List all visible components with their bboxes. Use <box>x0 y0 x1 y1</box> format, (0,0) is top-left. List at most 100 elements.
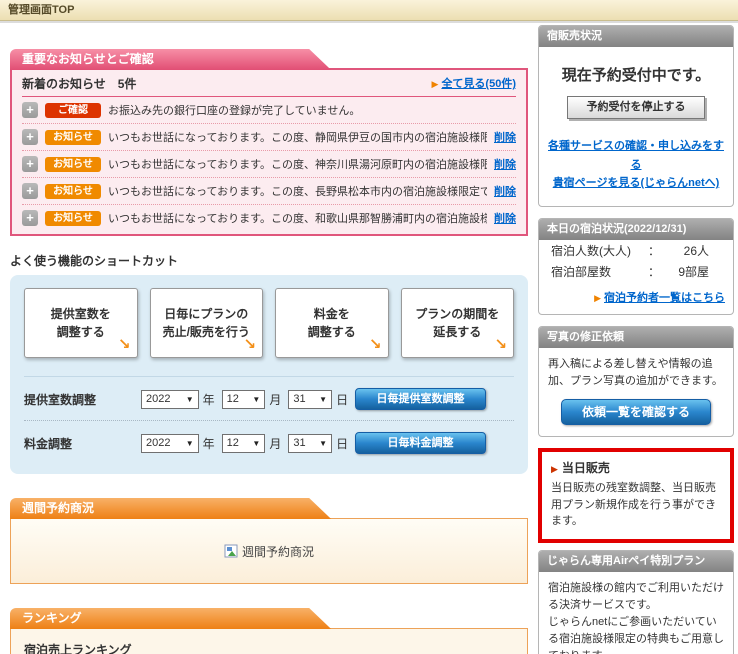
row-label: 提供室数調整 <box>24 391 141 408</box>
diagonal-arrow-icon: ↘ <box>494 334 507 357</box>
accepting-status-text: 現在予約受付中です。 <box>539 64 733 85</box>
notice-row: + お知らせ いつもお世話になっております。この度、静岡県伊豆の国市内の宿泊施設… <box>22 123 516 150</box>
ranking-heading: 宿泊売上ランキング <box>24 641 514 654</box>
shortcuts-heading: よく使う機能のショートカット <box>10 252 528 269</box>
notice-badge: お知らせ <box>45 157 101 172</box>
today-status-box: 本日の宿泊状況(2022/12/31) 宿泊人数(大人) ： 26人 宿泊部屋数… <box>538 218 734 315</box>
same-day-sales-text: 当日販売の残室数調整、当日販売用プラン新規作成を行う事ができます。 <box>551 480 721 530</box>
confirm-badge: ご確認 <box>45 103 101 118</box>
chevron-down-icon: ▼ <box>252 439 260 448</box>
shortcut-label: プランの期間を <box>415 305 499 323</box>
sidebar: 宿販売状況 現在予約受付中です。 予約受付を停止する 各種サービスの確認・申し込… <box>538 25 734 654</box>
month-select[interactable]: 12▼ <box>222 434 266 453</box>
notice-badge: お知らせ <box>45 211 101 226</box>
diagonal-arrow-icon: ↘ <box>243 334 256 357</box>
notice-row: + お知らせ いつもお世話になっております。この度、和歌山県那智勝浦町内の宿泊施… <box>22 204 516 231</box>
sales-status-header: 宿販売状況 <box>539 26 733 47</box>
notice-text: いつもお世話になっております。この度、静岡県伊豆の国市内の宿泊施設様限定で使える… <box>108 129 487 145</box>
month-select[interactable]: 12▼ <box>222 390 266 409</box>
diagonal-arrow-icon: ↘ <box>369 334 382 357</box>
price-adjust-row: 料金調整 2022▼ 年 12▼ 月 31▼ 日 日毎料金調整 <box>24 420 514 464</box>
right-triangle-icon: ▶ <box>432 79 439 89</box>
shortcut-label: 提供室数を <box>51 305 111 323</box>
expand-notice-button[interactable]: + <box>22 102 38 118</box>
expand-notice-button[interactable]: + <box>22 129 38 145</box>
notice-text: お振込み先の銀行口座の登録が完了していません。 <box>108 102 516 118</box>
room-count-value: 9部屋 <box>663 263 733 280</box>
expand-notice-button[interactable]: + <box>22 183 38 199</box>
ranking-section: ランキング 宿泊売上ランキング 全宿内順位 宿種別順位 <box>10 608 528 654</box>
year-unit: 年 <box>203 435 215 452</box>
ranking-section-header: ランキング <box>10 608 331 629</box>
delete-notice-link[interactable]: 削除 <box>494 129 516 145</box>
chevron-down-icon: ▼ <box>319 395 327 404</box>
weekly-section-header: 週間予約商況 <box>10 498 331 519</box>
notice-badge: お知らせ <box>45 130 101 145</box>
row-label: 宿泊部屋数 <box>551 263 645 280</box>
same-day-sales-box-highlighted: ▶当日販売 当日販売の残室数調整、当日販売用プラン新規作成を行う事ができます。 <box>538 448 734 543</box>
today-status-header: 本日の宿泊状況(2022/12/31) <box>539 219 733 240</box>
shortcut-daily-plan-button[interactable]: 日毎にプランの 売止/販売を行う ↘ <box>150 288 264 358</box>
month-unit: 月 <box>269 391 281 408</box>
chevron-down-icon: ▼ <box>319 439 327 448</box>
colon: ： <box>645 242 663 259</box>
shortcut-extend-plan-button[interactable]: プランの期間を 延長する ↘ <box>401 288 515 358</box>
delete-notice-link[interactable]: 削除 <box>494 183 516 199</box>
chevron-down-icon: ▼ <box>252 395 260 404</box>
stop-accepting-button[interactable]: 予約受付を停止する <box>567 96 705 119</box>
shortcut-adjust-rooms-button[interactable]: 提供室数を 調整する ↘ <box>24 288 138 358</box>
airpay-text-line2: じゃらんnetにご参画いただいている宿泊施設様限定の特典もご用意しております。 <box>548 614 724 654</box>
year-unit: 年 <box>203 391 215 408</box>
year-select[interactable]: 2022▼ <box>141 434 199 453</box>
row-label: 宿泊人数(大人) <box>551 242 645 259</box>
colon: ： <box>645 263 663 280</box>
day-select[interactable]: 31▼ <box>288 390 332 409</box>
check-requests-button[interactable]: 依頼一覧を確認する <box>561 399 711 425</box>
shortcut-label: 料金を <box>314 305 350 323</box>
shortcut-label: 日毎にプランの <box>164 305 248 323</box>
services-link[interactable]: 各種サービスの確認・申し込みをする <box>548 140 724 171</box>
broken-image-icon <box>224 544 238 558</box>
shortcuts-panel: 提供室数を 調整する ↘ 日毎にプランの 売止/販売を行う ↘ 料金を 調整する… <box>10 275 528 474</box>
guest-list-link[interactable]: 宿泊予約者一覧はこちら <box>604 292 725 304</box>
main-column: 重要なお知らせとご確認 新着のお知らせ 5件 ▶全て見る(50件) + ご確認 … <box>10 23 528 654</box>
view-all-notices-link[interactable]: 全て見る(50件) <box>441 78 516 90</box>
expand-notice-button[interactable]: + <box>22 156 38 172</box>
airpay-header: じゃらん専用Airペイ特別プラン <box>539 551 733 572</box>
airpay-text: 宿泊施設様の館内でご利用いただける決済サービスです。 じゃらんnetにご参画いた… <box>539 572 733 654</box>
room-count-row: 宿泊部屋数 ： 9部屋 <box>539 261 733 282</box>
room-adjust-row: 提供室数調整 2022▼ 年 12▼ 月 31▼ 日 日毎提供室数調整 <box>24 377 514 420</box>
day-select[interactable]: 31▼ <box>288 434 332 453</box>
delete-notice-link[interactable]: 削除 <box>494 210 516 226</box>
shortcut-label: 売止/販売を行う <box>163 323 250 341</box>
photo-request-header: 写真の修正依頼 <box>539 327 733 348</box>
daily-price-adjust-button[interactable]: 日毎料金調整 <box>355 432 486 454</box>
day-unit: 日 <box>336 435 348 452</box>
notice-text: いつもお世話になっております。この度、神奈川県湯河原町内の宿泊施設様限定で使える… <box>108 156 487 172</box>
guest-count-value: 26人 <box>663 242 733 259</box>
same-day-sales-link[interactable]: ▶当日販売 <box>551 459 721 476</box>
guest-count-row: 宿泊人数(大人) ： 26人 <box>539 240 733 261</box>
chevron-down-icon: ▼ <box>186 395 194 404</box>
shortcut-label: 延長する <box>433 323 481 341</box>
notice-text: いつもお世話になっております。この度、長野県松本市内の宿泊施設様限定で使える宿泊… <box>108 183 487 199</box>
airpay-text-line1: 宿泊施設様の館内でご利用いただける決済サービスです。 <box>548 580 724 614</box>
daily-room-adjust-button[interactable]: 日毎提供室数調整 <box>355 388 486 410</box>
delete-notice-link[interactable]: 削除 <box>494 156 516 172</box>
notices-section-header: 重要なお知らせとご確認 <box>10 49 331 70</box>
breadcrumb: 管理画面TOP <box>0 0 738 21</box>
notice-badge: お知らせ <box>45 184 101 199</box>
shortcut-adjust-price-button[interactable]: 料金を 調整する ↘ <box>275 288 389 358</box>
photo-request-text: 再入稿による差し替えや情報の追加、プラン写真の追加ができます。 <box>539 348 733 390</box>
notice-row: + ご確認 お振込み先の銀行口座の登録が完了していません。 <box>22 97 516 123</box>
expand-notice-button[interactable]: + <box>22 210 38 226</box>
notice-row: + お知らせ いつもお世話になっております。この度、長野県松本市内の宿泊施設様限… <box>22 177 516 204</box>
view-property-page-link[interactable]: 貴宿ページを見る(じゃらんnetへ) <box>553 177 720 189</box>
year-select[interactable]: 2022▼ <box>141 390 199 409</box>
shortcut-label: 調整する <box>57 323 105 341</box>
day-unit: 日 <box>336 391 348 408</box>
notice-text: いつもお世話になっております。この度、和歌山県那智勝浦町内の宿泊施設様限定で使え… <box>108 210 487 226</box>
notice-row: + お知らせ いつもお世話になっております。この度、神奈川県湯河原町内の宿泊施設… <box>22 150 516 177</box>
weekly-placeholder-text: 週間予約商況 <box>242 543 314 560</box>
right-triangle-icon: ▶ <box>551 464 558 474</box>
